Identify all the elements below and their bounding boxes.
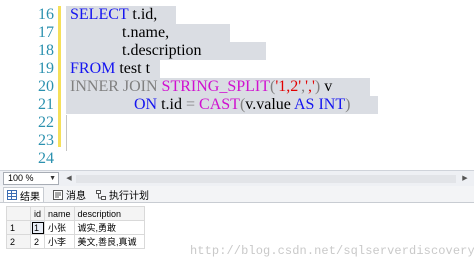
change-indicator-bar xyxy=(58,6,61,147)
sql-keyword: FROM xyxy=(70,60,116,77)
code-line-16[interactable]: SELECT t.id, xyxy=(70,6,157,24)
code-line-18[interactable]: t.description xyxy=(122,42,202,60)
tab-messages[interactable]: 消息 xyxy=(50,187,89,202)
line-number: 23 xyxy=(38,132,54,149)
code-line-17[interactable]: t.name, xyxy=(122,24,169,42)
table-row[interactable]: 2 2 小李 美文,善良,真诚 xyxy=(6,234,145,249)
table-row[interactable]: 1 1 小张 诚实,勇敢 xyxy=(6,220,145,235)
row-number[interactable]: 1 xyxy=(6,220,31,235)
text-caret xyxy=(66,115,67,151)
row-number[interactable]: 2 xyxy=(6,234,31,249)
chevron-down-icon: ▼ xyxy=(49,175,56,182)
results-tab-bar: 结果 消息 执行计划 xyxy=(0,186,474,203)
code-text: t.description xyxy=(122,42,202,59)
code-text: t.id, xyxy=(128,6,158,23)
line-number: 17 xyxy=(38,24,54,41)
scroll-right-icon[interactable]: ▶ xyxy=(460,173,470,184)
scroll-left-icon[interactable]: ◀ xyxy=(64,173,74,184)
code-operator: = xyxy=(186,96,196,113)
code-line-21[interactable]: ON t.id = CAST(v.value AS INT) xyxy=(134,96,350,114)
editor-status-bar: 100 % ▼ ◀ ▶ xyxy=(0,170,474,186)
cell-description[interactable]: 美文,善良,真诚 xyxy=(73,234,145,249)
sql-string: '1,2' xyxy=(275,78,302,95)
results-grid[interactable]: id name description 1 1 小张 诚实,勇敢 2 2 小李 … xyxy=(6,206,145,249)
zoom-dropdown[interactable]: 100 % ▼ xyxy=(3,172,59,185)
code-line-19[interactable]: FROM test t xyxy=(70,60,150,78)
cell-name[interactable]: 小李 xyxy=(44,234,75,249)
code-punctuation: ) xyxy=(345,96,351,113)
column-header-name[interactable]: name xyxy=(44,206,75,221)
row-header-corner[interactable] xyxy=(6,206,31,221)
code-text: v.value xyxy=(245,96,294,113)
column-header-description[interactable]: description xyxy=(73,206,145,221)
grid-icon xyxy=(7,190,17,200)
cell-name[interactable]: 小张 xyxy=(44,220,75,235)
line-number: 19 xyxy=(38,60,54,77)
cell-id[interactable]: 1 xyxy=(29,220,46,235)
execution-plan-icon xyxy=(96,189,106,200)
cell-id[interactable]: 2 xyxy=(29,234,46,249)
tab-results[interactable]: 结果 xyxy=(3,187,44,203)
tab-label: 消息 xyxy=(66,191,86,202)
line-number: 20 xyxy=(38,78,54,95)
sql-keyword: AS xyxy=(294,96,315,113)
column-header-id[interactable]: id xyxy=(29,206,46,221)
tab-label: 执行计划 xyxy=(109,191,149,202)
sql-string: ',' xyxy=(305,78,315,95)
code-text: v xyxy=(320,78,333,95)
line-number-gutter: 16 17 18 19 20 21 22 23 24 xyxy=(0,0,55,170)
message-icon xyxy=(53,189,63,200)
sql-keyword: ON xyxy=(134,96,158,113)
sql-function: STRING_SPLIT xyxy=(161,78,270,95)
tab-label: 结果 xyxy=(20,191,40,203)
sql-keyword: INNER JOIN xyxy=(70,78,162,95)
code-line-20[interactable]: INNER JOIN STRING_SPLIT('1,2',',') v xyxy=(70,78,332,96)
code-text: test t xyxy=(115,60,151,77)
line-number: 18 xyxy=(38,42,54,59)
line-number: 21 xyxy=(38,96,54,113)
zoom-value: 100 % xyxy=(8,173,34,183)
horizontal-scrollbar[interactable] xyxy=(76,175,456,183)
sql-keyword: SELECT xyxy=(70,6,129,23)
sql-editor[interactable]: 16 17 18 19 20 21 22 23 24 SELECT t.id, … xyxy=(0,0,474,170)
tab-execution-plan[interactable]: 执行计划 xyxy=(93,187,152,202)
code-text: t.name, xyxy=(122,24,170,41)
results-pane: id name description 1 1 小张 诚实,勇敢 2 2 小李 … xyxy=(0,203,474,268)
line-number: 24 xyxy=(38,150,54,167)
sql-function: CAST xyxy=(199,96,240,113)
cell-description[interactable]: 诚实,勇敢 xyxy=(73,220,145,235)
grid-header-row: id name description xyxy=(6,206,145,221)
code-text: t.id xyxy=(157,96,186,113)
line-number: 16 xyxy=(38,6,54,23)
line-number: 22 xyxy=(38,114,54,131)
sql-keyword: INT xyxy=(318,96,346,113)
watermark-text: http://blog.csdn.net/sqlserverdiscovery xyxy=(190,244,474,258)
